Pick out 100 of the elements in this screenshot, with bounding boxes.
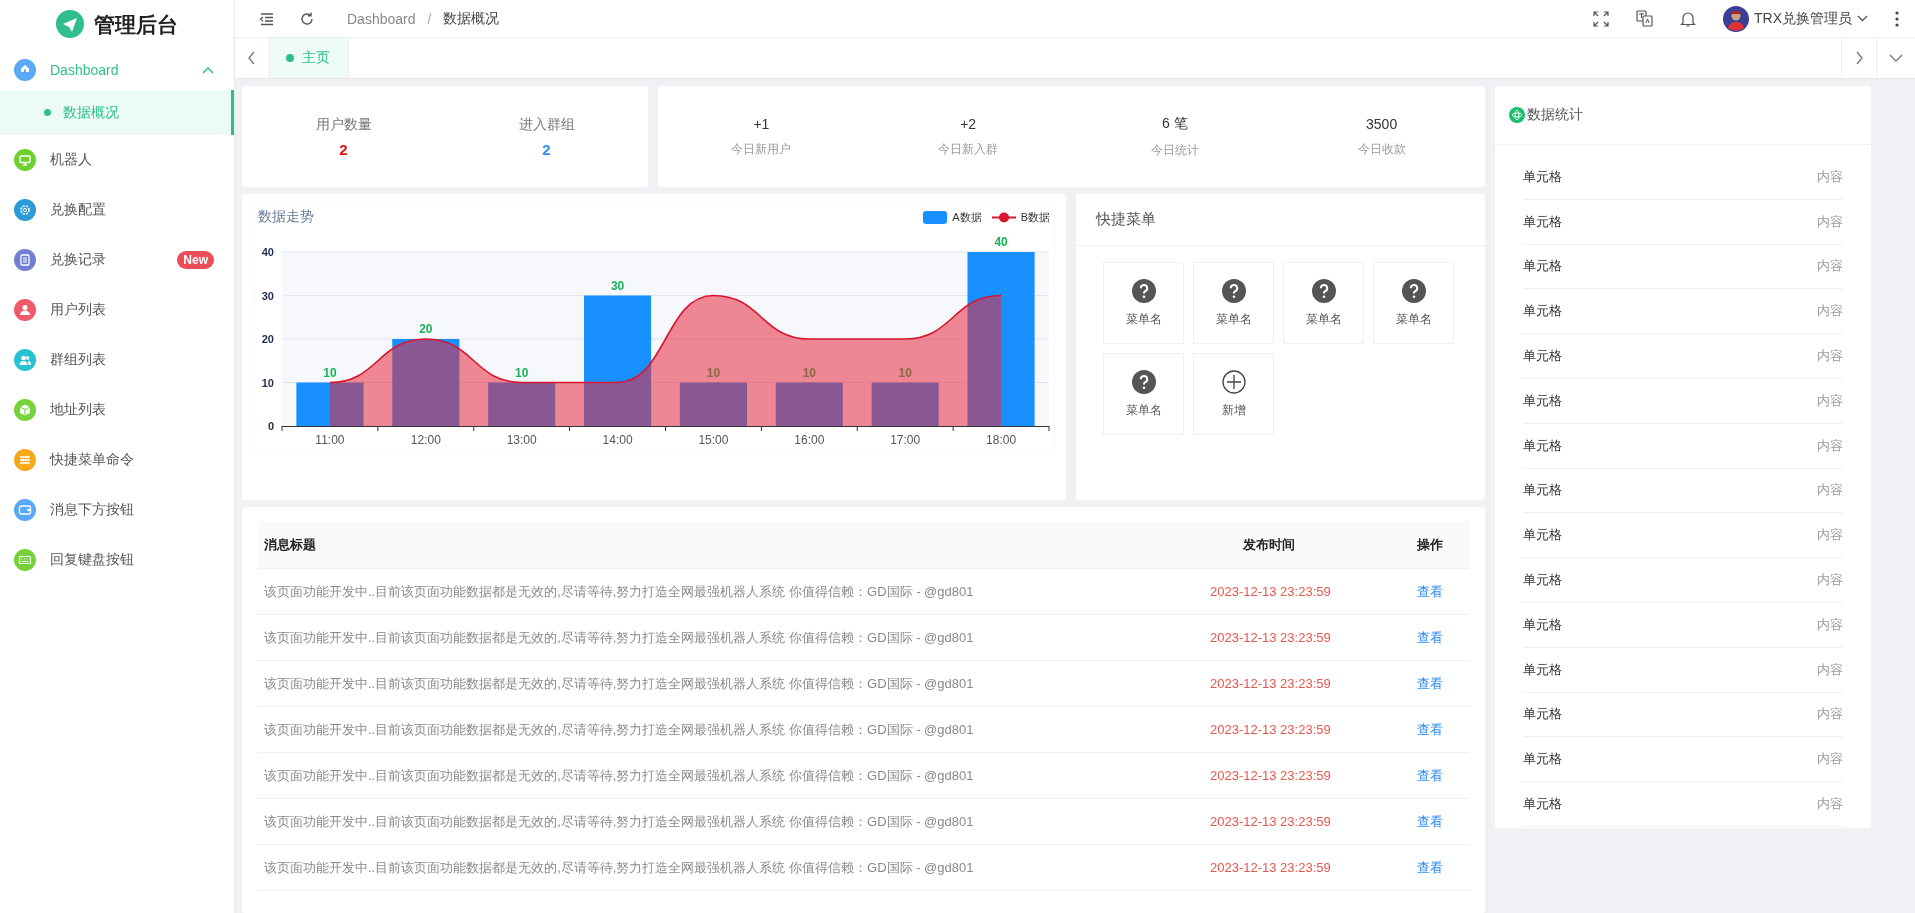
y-axis-label: 40 [261,246,274,258]
data-label: 40 [994,235,1008,249]
help-icon [1401,278,1426,303]
legend-item[interactable]: B数据 [991,209,1050,225]
new-badge: New [177,251,214,269]
refresh-icon[interactable] [299,10,315,27]
row-label: 单元格 [1523,481,1562,500]
stat-value: 2 [541,140,552,158]
table-cell: 2023-12-13 23:23:59 [1209,706,1416,753]
view-link[interactable]: 查看 [1417,675,1443,691]
help-icon [1221,278,1246,303]
legend-item[interactable]: A数据 [923,209,982,225]
row-label: 单元格 [1523,526,1562,545]
sidebar-item[interactable]: 消息下方按钮 [0,485,234,535]
table-cell: 该页面功能开发中..目前该页面功能数据都是无效的,尽请等待,努力打造全网最强机器人系统 你值得信赖：GD国际 - @gd801 [257,844,1209,891]
row-value: 内容 [1817,167,1843,186]
notification-icon[interactable] [1680,10,1696,27]
bar [296,382,364,426]
table-cell: 该页面功能开发中..目前该页面功能数据都是无效的,尽请等待,努力打造全网最强机器人系统 你值得信赖：GD国际 - @gd801 [257,660,1209,707]
sidebar-item[interactable]: 快捷菜单命令 [0,435,234,485]
quick-menu-item[interactable]: 菜单名 [1283,262,1364,344]
row-label: 单元格 [1523,750,1562,769]
chart-title: 数据走势 [258,208,314,226]
sidebar-item[interactable]: 群组列表 [0,335,234,385]
legend-label: B数据 [1020,209,1050,225]
panel-title: 数据统计 [1527,106,1583,124]
row-value: 内容 [1817,257,1843,276]
view-link[interactable]: 查看 [1417,583,1443,599]
data-label: 10 [898,365,912,380]
sidebar-item[interactable]: 地址列表 [0,385,234,435]
breadcrumb-separator: / [427,10,432,27]
view-link[interactable]: 查看 [1417,721,1443,737]
row-label: 单元格 [1523,347,1562,366]
y-axis-label: 10 [261,376,274,389]
quick-menu-item[interactable]: 菜单名 [1373,262,1454,344]
view-link[interactable]: 查看 [1417,859,1443,875]
bar [679,382,747,426]
help-icon [1311,278,1336,303]
table-cell: 该页面功能开发中..目前该页面功能数据都是无效的,尽请等待,努力打造全网最强机器人系统 你值得信赖：GD国际 - @gd801 [257,614,1209,661]
column-header: 消息标题 [257,521,1209,569]
row-value: 内容 [1817,750,1843,769]
collapse-menu-icon[interactable] [259,10,275,27]
quick-menu-item[interactable]: 菜单名 [1193,262,1274,344]
table-cell: 该页面功能开发中..目前该页面功能数据都是无效的,尽请等待,努力打造全网最强机器人系统 你值得信赖：GD国际 - @gd801 [257,568,1209,615]
x-axis-label: 14:00 [602,433,633,447]
help-icon [1131,369,1156,394]
data-label: 10 [323,365,337,380]
add-icon [1221,369,1246,394]
column-header: 发布时间 [1209,521,1416,569]
table-cell: 2023-12-13 23:23:59 [1209,798,1416,845]
breadcrumb-item[interactable]: 数据概况 [443,9,500,28]
quick-menu-item[interactable]: 菜单名 [1103,353,1184,435]
row-label: 单元格 [1523,571,1562,590]
quick-menu-item[interactable]: 新增 [1193,353,1274,435]
table-cell: 2023-12-13 23:23:59 [1209,568,1416,615]
quick-menu-item[interactable]: 菜单名 [1103,262,1184,344]
table-cell: 2023-12-13 23:23:59 [1209,660,1416,707]
y-axis-label: 20 [261,333,274,345]
view-link[interactable]: 查看 [1417,813,1443,829]
card-title: 快捷菜单 [1076,194,1485,246]
sidebar-item[interactable]: 回复键盘按钮 [0,535,234,585]
x-axis-label: 11:00 [315,433,345,447]
stat-label: 今日新用户 [730,140,793,158]
sidebar-item[interactable]: 兑换记录 New [0,235,234,285]
stat-value: 6 笔 [1161,114,1189,133]
avatar [1723,5,1749,32]
sidebar-item[interactable]: 机器人 [0,135,234,185]
bar [775,382,843,426]
view-link[interactable]: 查看 [1417,767,1443,783]
paper-plane-icon [56,9,84,38]
row-label: 单元格 [1523,660,1562,679]
table-cell: 该页面功能开发中..目前该页面功能数据都是无效的,尽请等待,努力打造全网最强机器人系统 你值得信赖：GD国际 - @gd801 [257,798,1209,845]
row-value: 内容 [1817,302,1843,321]
stat-label: 进入群组 [517,115,576,134]
row-value: 内容 [1817,391,1843,410]
stat-label: 用户数量 [314,115,373,134]
data-label: 10 [515,365,529,380]
fullscreen-icon[interactable] [1593,10,1609,27]
stat-value: 2 [338,140,349,158]
stat-value: +2 [959,115,978,132]
breadcrumb-item[interactable]: Dashboard [347,10,416,27]
sidebar-item[interactable]: 用户列表 [0,285,234,335]
user-menu[interactable]: TRX兑换管理员 [1723,5,1868,32]
table-cell: 2023-12-13 23:23:59 [1209,752,1416,799]
x-axis-label: 18:00 [986,433,1017,447]
view-link[interactable]: 查看 [1417,629,1443,645]
x-axis-label: 17:00 [890,433,921,447]
table-cell: 2023-12-13 23:23:59 [1209,844,1416,891]
row-value: 内容 [1817,212,1843,231]
sidebar-item[interactable]: 兑换配置 [0,185,234,235]
row-value: 内容 [1817,571,1843,590]
row-label: 单元格 [1523,615,1562,634]
table-cell: 该页面功能开发中..目前该页面功能数据都是无效的,尽请等待,努力打造全网最强机器人系统 你值得信赖：GD国际 - @gd801 [257,752,1209,799]
translate-icon[interactable] [1636,10,1653,27]
row-value: 内容 [1817,436,1843,455]
row-value: 内容 [1817,526,1843,545]
row-value: 内容 [1817,705,1843,724]
row-value: 内容 [1817,795,1843,814]
y-axis-label: 0 [267,420,274,432]
more-icon[interactable] [1895,10,1899,27]
